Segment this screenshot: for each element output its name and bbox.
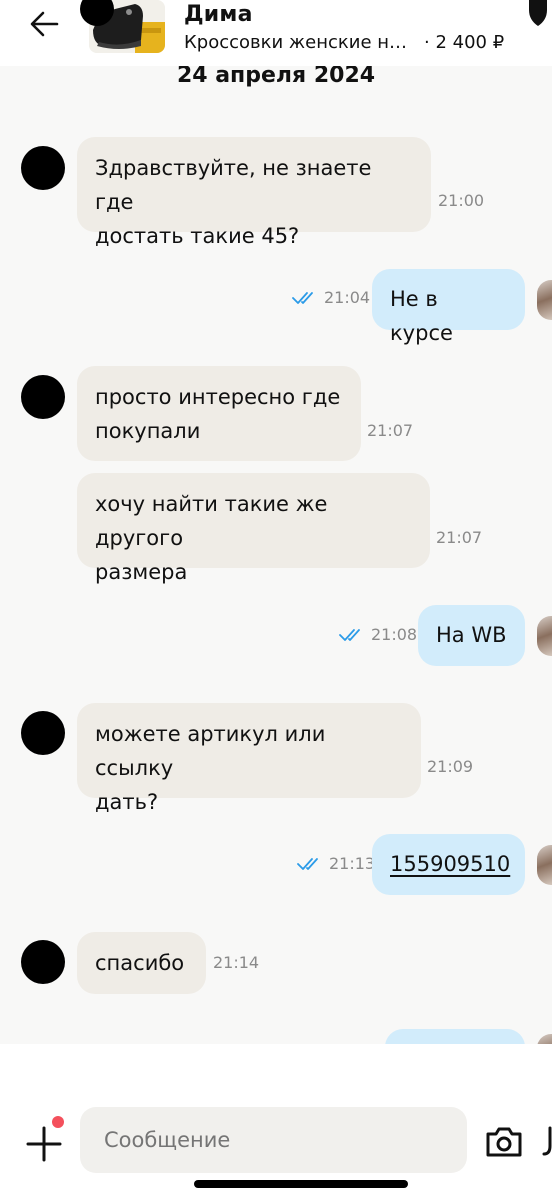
outgoing-message[interactable]: На WB	[418, 605, 525, 666]
message-text: Не в курсе	[390, 287, 453, 345]
product-price: · 2 400 ₽	[424, 32, 505, 53]
message-text: покупали	[95, 419, 201, 443]
camera-icon[interactable]	[484, 1122, 524, 1162]
message-list[interactable]: 24 апреля 2024 Здравствуйте, не знаете г…	[0, 66, 552, 1044]
outgoing-message[interactable]	[385, 1029, 525, 1044]
message-time: 21:00	[438, 191, 485, 210]
product-title: Кроссовки женские на...	[184, 32, 414, 53]
incoming-message[interactable]: спасибо	[77, 932, 206, 994]
shield-icon[interactable]	[527, 0, 549, 28]
notification-dot	[52, 1116, 64, 1128]
message-meta: 21:08	[339, 625, 417, 645]
sender-avatar[interactable]	[21, 146, 65, 190]
composer-bar	[0, 1044, 552, 1200]
message-time: 21:04	[324, 288, 371, 307]
sender-avatar[interactable]	[21, 375, 65, 419]
message-text: На WB	[436, 623, 507, 647]
arrow-left-icon	[30, 11, 59, 37]
outgoing-message[interactable]: 155909510	[372, 834, 525, 895]
send-icon[interactable]	[540, 1124, 552, 1160]
my-avatar	[537, 616, 552, 656]
message-text: хочу найти такие же другого	[95, 492, 328, 550]
message-time: 21:09	[427, 757, 474, 776]
plus-icon[interactable]	[22, 1122, 66, 1166]
message-text: просто интересно где	[95, 385, 341, 409]
message-text: дать?	[95, 790, 159, 814]
message-text: можете артикул или ссылку	[95, 722, 326, 780]
message-link[interactable]: 155909510	[390, 847, 510, 881]
message-time: 21:08	[371, 625, 418, 644]
my-avatar	[537, 1034, 552, 1044]
my-avatar	[537, 845, 552, 885]
message-time: 21:14	[213, 953, 260, 972]
message-time: 21:07	[367, 421, 414, 440]
message-input[interactable]	[80, 1107, 467, 1173]
message-text: спасибо	[95, 951, 185, 975]
sender-avatar[interactable]	[21, 940, 65, 984]
incoming-message[interactable]: хочу найти такие же другого размера	[77, 473, 430, 584]
double-check-icon	[297, 858, 318, 870]
outgoing-message[interactable]: Не в курсе	[372, 269, 525, 345]
double-check-icon	[292, 292, 313, 304]
message-meta: 21:13	[297, 854, 375, 874]
date-separator: 24 апреля 2024	[176, 66, 376, 88]
message-text: достать такие 45?	[95, 224, 300, 248]
message-time: 21:07	[436, 528, 483, 547]
incoming-message[interactable]: просто интересно где покупали	[77, 366, 361, 461]
message-text: размера	[95, 560, 188, 584]
home-indicator	[194, 1180, 408, 1188]
message-time: 21:13	[329, 854, 376, 873]
chat-header: Дима Кроссовки женские на... · 2 400 ₽	[0, 0, 552, 66]
incoming-message[interactable]: Здравствуйте, не знаете где достать таки…	[77, 137, 431, 248]
my-avatar	[537, 280, 552, 320]
double-check-icon	[339, 629, 360, 641]
seller-name[interactable]: Дима	[184, 0, 253, 30]
message-meta: 21:04	[292, 288, 370, 308]
product-info[interactable]: Кроссовки женские на... · 2 400 ₽	[184, 30, 504, 56]
incoming-message[interactable]: можете артикул или ссылку дать?	[77, 703, 421, 814]
message-text: Здравствуйте, не знаете где	[95, 156, 372, 214]
back-button[interactable]	[24, 8, 64, 40]
sender-avatar[interactable]	[21, 711, 65, 755]
